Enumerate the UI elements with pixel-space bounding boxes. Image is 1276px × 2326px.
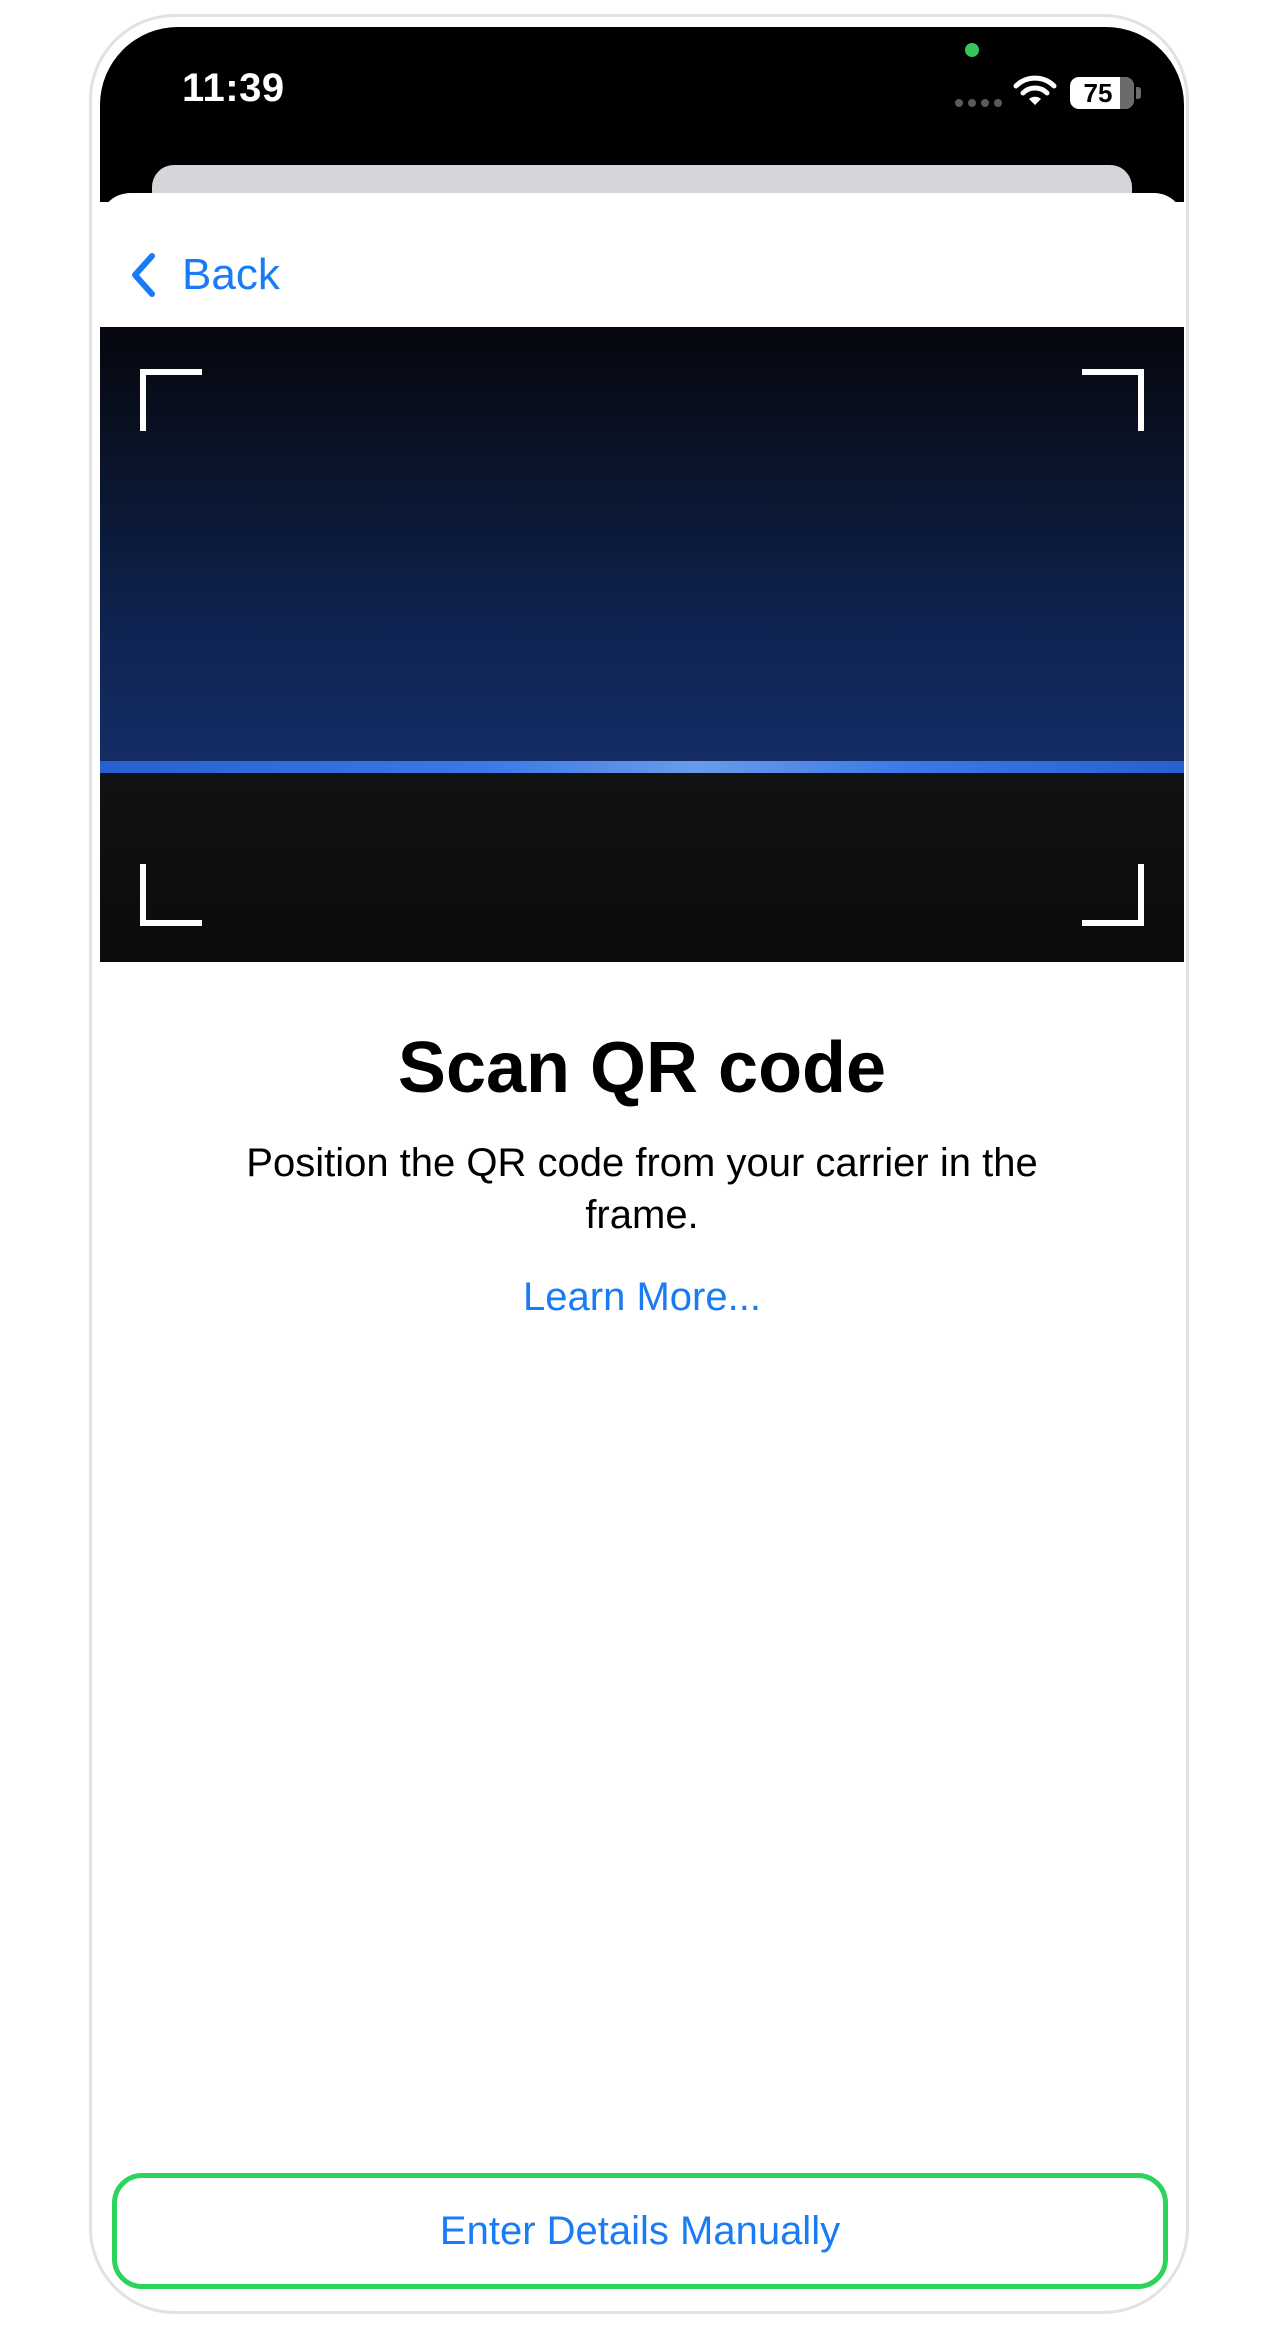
frame-corner-bottom-left-icon bbox=[140, 864, 202, 926]
page-title: Scan QR code bbox=[397, 1028, 887, 1108]
battery-icon: 75 bbox=[1070, 77, 1134, 109]
frame-corner-bottom-right-icon bbox=[1082, 864, 1144, 926]
back-button[interactable]: Back bbox=[130, 245, 280, 305]
learn-more-link[interactable]: Learn More... bbox=[100, 1275, 1184, 1320]
battery-level: 75 bbox=[1083, 78, 1113, 108]
wifi-icon bbox=[1013, 75, 1057, 105]
camera-viewfinder[interactable] bbox=[100, 327, 1184, 962]
frame-corner-top-left-icon bbox=[140, 369, 202, 431]
camera-feed-upper bbox=[100, 327, 1184, 765]
phone-frame: 11:39 75 Back Scan QR code Position the … bbox=[89, 14, 1189, 2314]
camera-in-use-indicator bbox=[965, 43, 979, 57]
screen: 11:39 75 Back Scan QR code Position the … bbox=[100, 27, 1184, 2307]
cellular-signal-icon bbox=[955, 99, 1002, 107]
back-label: Back bbox=[182, 250, 280, 299]
enter-details-manually-button[interactable]: Enter Details Manually bbox=[112, 2173, 1168, 2289]
status-bar: 11:39 75 bbox=[100, 27, 1184, 225]
enter-details-manually-label: Enter Details Manually bbox=[439, 2208, 841, 2253]
status-time: 11:39 bbox=[182, 66, 285, 110]
chevron-left-icon bbox=[132, 253, 155, 297]
camera-feed-lower bbox=[100, 773, 1184, 962]
battery-cap bbox=[1136, 87, 1141, 99]
scan-line bbox=[100, 761, 1184, 773]
instructions-text: Position the QR code from your carrier i… bbox=[246, 1141, 1038, 1237]
frame-corner-top-right-icon bbox=[1082, 369, 1144, 431]
